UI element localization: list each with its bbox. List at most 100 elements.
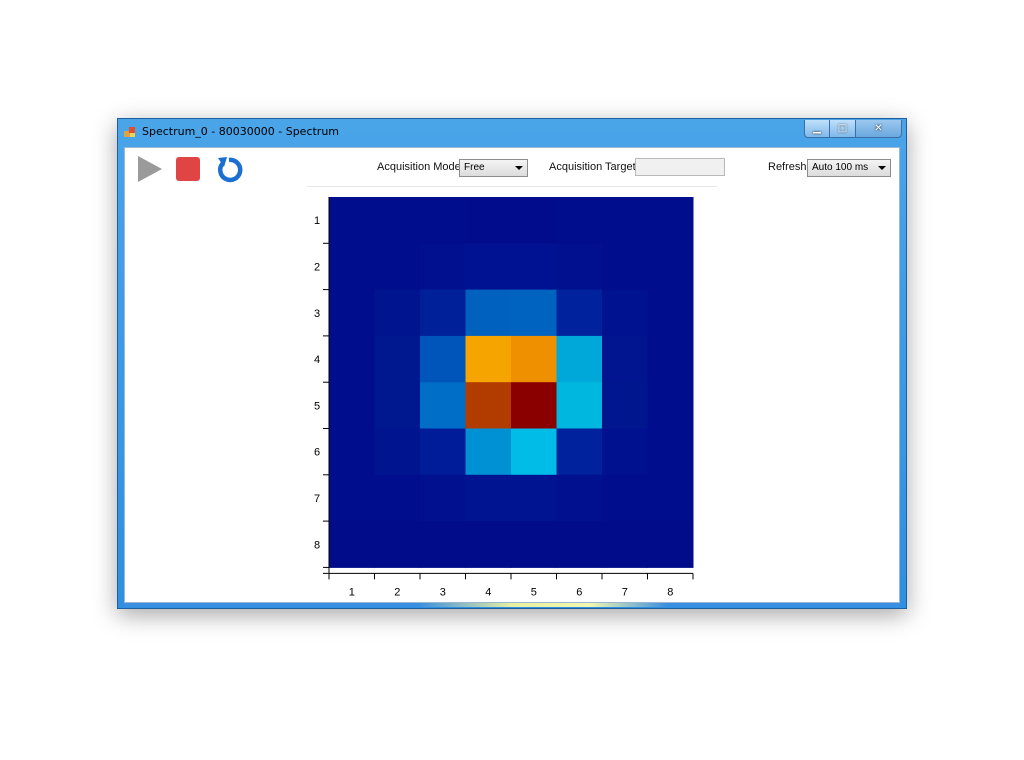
x-tick-label: 5 xyxy=(531,586,537,598)
refresh-select[interactable]: Auto 100 ms xyxy=(807,159,891,177)
x-tick-label: 3 xyxy=(440,586,446,598)
heatmap-cell xyxy=(465,428,512,476)
heatmap-cell xyxy=(374,521,421,568)
heatmap-cell xyxy=(602,335,648,383)
heatmap-cell xyxy=(602,243,648,291)
heatmap-cell xyxy=(511,474,557,522)
close-button[interactable]: ✕ xyxy=(856,120,902,138)
heatmap-cell xyxy=(329,243,375,291)
acquisition-target-label: Acquisition Target xyxy=(549,161,636,173)
y-tick-label: 6 xyxy=(314,447,320,459)
maximize-button[interactable]: □ xyxy=(830,120,856,138)
y-tick-label: 3 xyxy=(314,308,320,320)
heatmap-cell xyxy=(511,335,557,383)
heatmap-cell xyxy=(511,521,557,568)
heatmap-cell xyxy=(556,335,603,383)
title-bar[interactable]: Spectrum_0 - 80030000 - Spectrum ▁ □ ✕ xyxy=(118,119,906,146)
acquisition-mode-value: Free xyxy=(464,162,485,173)
y-tick-label: 2 xyxy=(314,261,320,273)
y-tick-label: 7 xyxy=(314,493,320,505)
heatmap-cell xyxy=(602,521,648,568)
heatmap-cell xyxy=(556,243,603,291)
heatmap-cell xyxy=(465,197,512,244)
x-tick-label: 7 xyxy=(622,586,628,598)
heatmap-cell xyxy=(647,474,694,522)
heatmap-chart: 1 2 3 4 5 6 7 8 1 2 3 4 5 6 7 8 xyxy=(314,197,694,598)
window-title: Spectrum_0 - 80030000 - Spectrum xyxy=(142,125,340,138)
x-tick-label: 2 xyxy=(394,586,400,598)
x-tick-label: 6 xyxy=(576,586,582,598)
refresh-label: Refresh xyxy=(768,161,807,173)
heatmap-cell xyxy=(420,243,466,291)
heatmap-cell xyxy=(556,428,603,476)
heatmap-cell xyxy=(647,289,694,337)
heatmap-cell xyxy=(329,289,375,337)
heatmap-cell xyxy=(329,428,375,476)
heatmap-cell xyxy=(374,382,421,429)
heatmap-cell xyxy=(556,289,603,337)
heatmap-cell xyxy=(511,428,557,476)
x-tick-label: 1 xyxy=(349,586,355,598)
heatmap-cell xyxy=(374,335,421,383)
heatmap-cell xyxy=(511,382,557,429)
acquisition-target-field[interactable] xyxy=(635,158,725,176)
x-tick-label: 8 xyxy=(667,586,673,598)
acquisition-mode-select[interactable]: Free xyxy=(459,159,528,177)
heatmap-cell xyxy=(465,382,512,429)
y-tick-label: 4 xyxy=(314,354,320,366)
heatmap-cell xyxy=(647,243,694,291)
heatmap-cell xyxy=(374,197,421,244)
heatmap-cell xyxy=(602,382,648,429)
heatmap-cell xyxy=(556,474,603,522)
heatmap-cell xyxy=(465,474,512,522)
heatmap-cell xyxy=(602,474,648,522)
client-area: Acquisition Mode Free Acquisition Target… xyxy=(124,147,900,603)
heatmap-cell xyxy=(329,474,375,522)
chevron-down-icon xyxy=(515,166,523,170)
y-tick-label: 5 xyxy=(314,400,320,412)
heatmap-cell xyxy=(647,428,694,476)
heatmap-cell xyxy=(511,243,557,291)
heatmap-cell xyxy=(602,289,648,337)
heatmap-cell xyxy=(374,243,421,291)
heatmap-cell xyxy=(511,197,557,244)
heatmap-plot: 1 2 3 4 5 6 7 8 1 2 3 4 5 6 7 8 xyxy=(307,186,717,599)
heatmap-cell xyxy=(420,474,466,522)
close-icon: ✕ xyxy=(874,123,883,134)
heatmap-cell xyxy=(420,521,466,568)
stop-icon[interactable] xyxy=(176,157,200,181)
refresh-icon[interactable] xyxy=(214,154,244,184)
minimize-icon: ▁ xyxy=(813,123,821,134)
heatmap-cell xyxy=(374,474,421,522)
heatmap-cell xyxy=(465,335,512,383)
taskbar-glow xyxy=(124,603,900,607)
heatmap-cell xyxy=(374,428,421,476)
heatmap-cell xyxy=(420,289,466,337)
heatmap-cell xyxy=(374,289,421,337)
x-tick-label: 4 xyxy=(485,586,491,598)
y-tick-label: 8 xyxy=(314,539,320,551)
heatmap-cell xyxy=(420,197,466,244)
heatmap-cell xyxy=(465,289,512,337)
heatmap-cell xyxy=(556,382,603,429)
heatmap-cell xyxy=(647,382,694,429)
chevron-down-icon xyxy=(878,166,886,170)
heatmap-cell xyxy=(647,197,694,244)
heatmap-cell xyxy=(465,243,512,291)
heatmap-cell xyxy=(329,382,375,429)
heatmap-cell xyxy=(329,335,375,383)
play-icon[interactable] xyxy=(136,154,164,184)
y-tick-label: 1 xyxy=(314,215,320,227)
heatmap-cell xyxy=(420,335,466,383)
heatmap-cell xyxy=(329,197,375,244)
heatmap-cell xyxy=(329,521,375,568)
minimize-button[interactable]: ▁ xyxy=(804,120,830,138)
maximize-icon: □ xyxy=(837,123,848,134)
heatmap-cell xyxy=(420,382,466,429)
heatmap-cell xyxy=(556,521,603,568)
heatmap-cell xyxy=(420,428,466,476)
heatmap-cell xyxy=(511,289,557,337)
app-icon xyxy=(124,127,135,137)
heatmap-cell xyxy=(647,335,694,383)
spectrum-window: Spectrum_0 - 80030000 - Spectrum ▁ □ ✕ A… xyxy=(117,118,907,609)
